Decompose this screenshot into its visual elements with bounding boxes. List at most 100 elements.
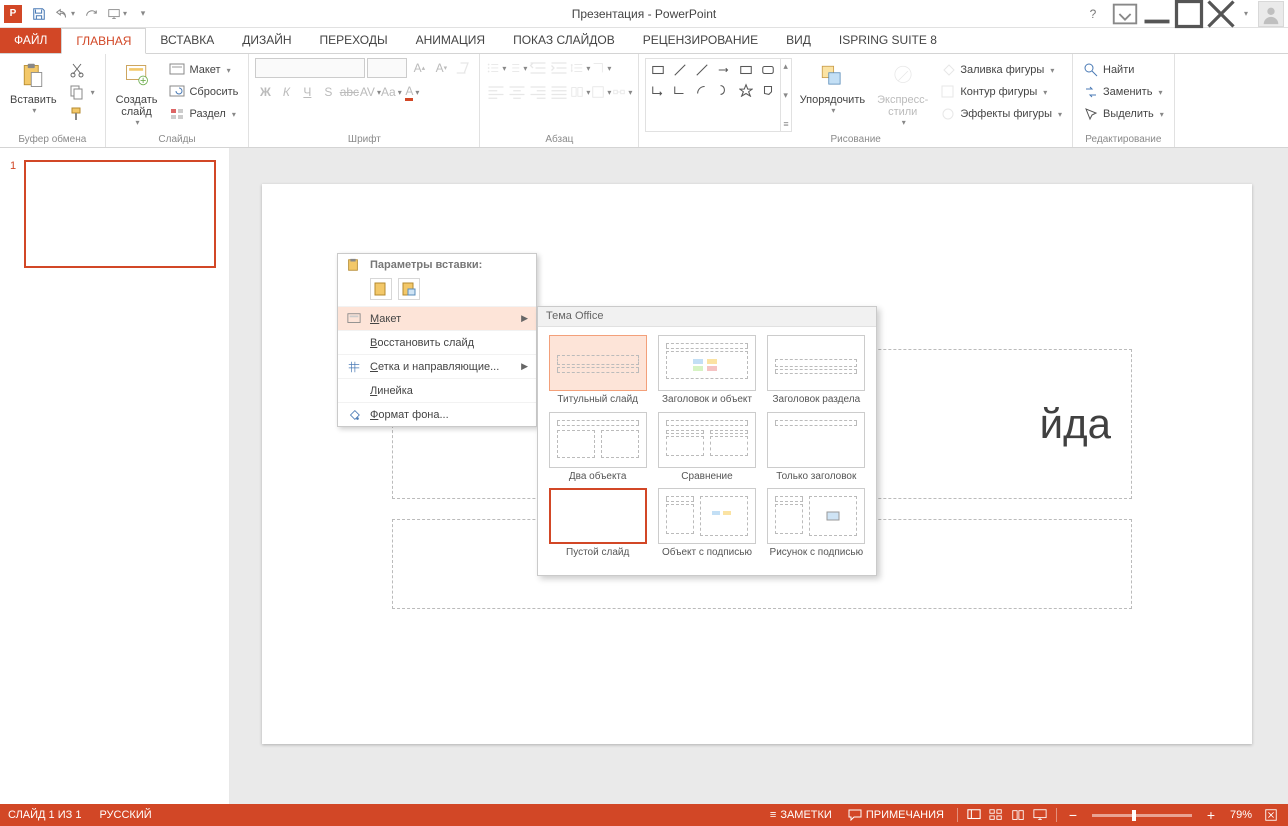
shadow-icon[interactable]: S <box>318 82 338 102</box>
font-size-input[interactable] <box>367 58 407 78</box>
font-name-input[interactable] <box>255 58 365 78</box>
underline-icon[interactable]: Ч <box>297 82 317 102</box>
ctx-grid-guides[interactable]: Сетка и направляющие... ▶ <box>338 354 536 378</box>
smartart-icon[interactable]: ▾ <box>612 82 632 102</box>
start-from-beginning-icon[interactable]: ▾ <box>104 1 130 27</box>
shape-outline-button[interactable]: Контур фигуры▾ <box>936 82 1066 102</box>
paste-option-picture[interactable] <box>398 278 420 300</box>
align-right-icon[interactable] <box>528 82 548 102</box>
char-spacing-icon[interactable]: AV▾ <box>360 82 380 102</box>
quick-styles-button[interactable]: Экспресс- стили ▾ <box>873 58 932 132</box>
tab-slideshow[interactable]: ПОКАЗ СЛАЙДОВ <box>499 27 629 53</box>
layout-picture-caption[interactable]: Рисунок с подписью <box>765 488 868 559</box>
notes-button[interactable]: ≡ЗАМЕТКИ <box>764 809 838 821</box>
undo-icon[interactable]: ▾ <box>52 1 78 27</box>
font-color-icon[interactable]: A▾ <box>402 82 422 102</box>
columns-icon[interactable]: ▾ <box>570 82 590 102</box>
sorter-view-icon[interactable] <box>987 806 1005 824</box>
new-slide-button[interactable]: Создать слайд ▾ <box>112 58 162 132</box>
shape-effects-button[interactable]: Эффекты фигуры▾ <box>936 104 1066 124</box>
tab-review[interactable]: РЕЦЕНЗИРОВАНИЕ <box>629 27 772 53</box>
decrease-indent-icon[interactable] <box>528 58 548 78</box>
layout-two-content[interactable]: Два объекта <box>546 412 649 483</box>
shape-fill-button[interactable]: Заливка фигуры▾ <box>936 60 1066 80</box>
reading-view-icon[interactable] <box>1009 806 1027 824</box>
zoom-out-icon[interactable]: − <box>1064 806 1082 824</box>
tab-design[interactable]: ДИЗАЙН <box>228 27 305 53</box>
tab-file[interactable]: ФАЙЛ <box>0 27 61 53</box>
save-icon[interactable] <box>26 1 52 27</box>
ribbon-display-icon[interactable] <box>1110 2 1140 26</box>
tab-transitions[interactable]: ПЕРЕХОДЫ <box>306 27 402 53</box>
paste-icon <box>17 60 49 92</box>
ctx-format-background[interactable]: Формат фона... <box>338 402 536 426</box>
shapes-gallery[interactable] <box>645 58 781 132</box>
increase-indent-icon[interactable] <box>549 58 569 78</box>
tab-insert[interactable]: ВСТАВКА <box>146 27 228 53</box>
user-avatar[interactable] <box>1258 1 1284 27</box>
zoom-slider[interactable] <box>1092 814 1192 817</box>
clear-formatting-icon[interactable] <box>453 58 473 78</box>
change-case-icon[interactable]: Aa▾ <box>381 82 401 102</box>
language-indicator[interactable]: РУССКИЙ <box>99 809 151 821</box>
bullets-icon[interactable]: ▾ <box>486 58 506 78</box>
layout-title-slide[interactable]: Титульный слайд <box>546 335 649 406</box>
align-center-icon[interactable] <box>507 82 527 102</box>
tab-view[interactable]: ВИД <box>772 27 825 53</box>
reset-icon <box>169 84 185 100</box>
select-button[interactable]: Выделить▾ <box>1079 104 1168 124</box>
format-painter-button[interactable] <box>65 104 99 124</box>
copy-button[interactable]: ▾ <box>65 82 99 102</box>
layout-blank[interactable]: Пустой слайд <box>546 488 649 559</box>
layout-title-only[interactable]: Только заголовок <box>765 412 868 483</box>
increase-font-icon[interactable]: A▴ <box>409 58 429 78</box>
normal-view-icon[interactable] <box>965 806 983 824</box>
layout-content-caption[interactable]: Объект с подписью <box>655 488 758 559</box>
tab-animations[interactable]: АНИМАЦИЯ <box>402 27 499 53</box>
close-button[interactable] <box>1206 2 1236 26</box>
tab-home[interactable]: ГЛАВНАЯ <box>61 28 146 54</box>
comments-button[interactable]: ПРИМЕЧАНИЯ <box>842 809 950 821</box>
window-title: Презентация - PowerPoint <box>572 7 717 21</box>
redo-icon[interactable] <box>78 1 104 27</box>
tab-ispring[interactable]: ISPRING SUITE 8 <box>825 27 951 53</box>
section-button[interactable]: Раздел▾ <box>165 104 242 124</box>
qat-customize-icon[interactable]: ▾ <box>130 1 156 27</box>
text-direction-icon[interactable]: ▾ <box>591 58 611 78</box>
zoom-level[interactable]: 79% <box>1230 809 1252 821</box>
group-paragraph-label: Абзац <box>486 132 632 145</box>
numbering-icon[interactable]: ▾ <box>507 58 527 78</box>
bold-icon[interactable]: Ж <box>255 82 275 102</box>
fit-to-window-icon[interactable] <box>1262 806 1280 824</box>
reset-button[interactable]: Сбросить <box>165 82 242 102</box>
decrease-font-icon[interactable]: A▾ <box>431 58 451 78</box>
find-button[interactable]: Найти <box>1079 60 1168 80</box>
slideshow-view-icon[interactable] <box>1031 806 1049 824</box>
italic-icon[interactable]: К <box>276 82 296 102</box>
align-left-icon[interactable] <box>486 82 506 102</box>
layout-section-header[interactable]: Заголовок раздела <box>765 335 868 406</box>
minimize-button[interactable] <box>1142 2 1172 26</box>
ctx-layout[interactable]: Макет ▶ <box>338 306 536 330</box>
maximize-button[interactable] <box>1174 2 1204 26</box>
arrange-button[interactable]: Упорядочить ▾ <box>796 58 869 132</box>
strikethrough-icon[interactable]: abc <box>339 82 359 102</box>
slide-count[interactable]: СЛАЙД 1 ИЗ 1 <box>8 809 81 821</box>
replace-button[interactable]: Заменить▾ <box>1079 82 1168 102</box>
slide-thumbnail-1[interactable] <box>24 160 216 268</box>
paste-option-theme[interactable] <box>370 278 392 300</box>
layout-title-content[interactable]: Заголовок и объект <box>655 335 758 406</box>
layout-comparison[interactable]: Сравнение <box>655 412 758 483</box>
layout-button[interactable]: Макет▾ <box>165 60 242 80</box>
ctx-ruler[interactable]: Линейка <box>338 378 536 402</box>
paste-button[interactable]: Вставить ▾ <box>6 58 61 132</box>
help-icon[interactable]: ? <box>1078 2 1108 26</box>
align-text-icon[interactable]: ▾ <box>591 82 611 102</box>
line-spacing-icon[interactable]: ▾ <box>570 58 590 78</box>
justify-icon[interactable] <box>549 82 569 102</box>
cut-button[interactable] <box>65 60 99 80</box>
ctx-restore-slide[interactable]: Восстановить слайд <box>338 330 536 354</box>
group-drawing-label: Рисование <box>645 132 1066 145</box>
zoom-in-icon[interactable]: + <box>1202 806 1220 824</box>
ribbon-collapse-icon[interactable]: ▾ <box>1238 1 1252 27</box>
